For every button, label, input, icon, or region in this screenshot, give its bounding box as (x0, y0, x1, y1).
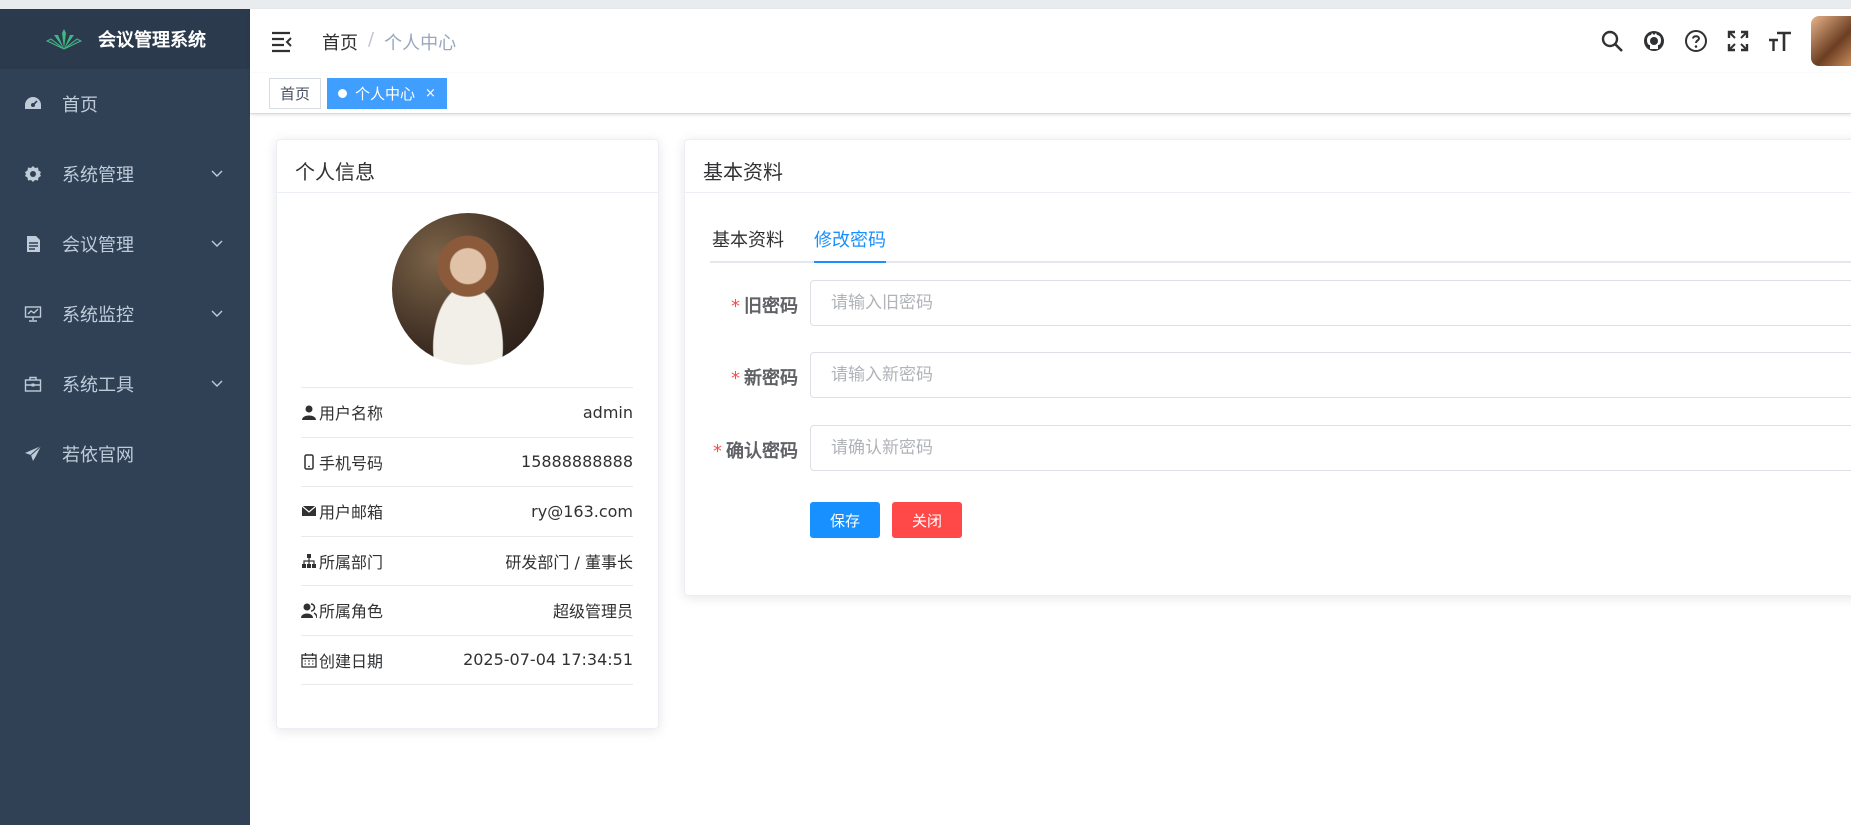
tag-label: 首页 (280, 85, 311, 103)
chevron-down-icon (211, 170, 223, 177)
toolbox-icon (24, 375, 42, 393)
confirm-password-label: * 确认密码 (713, 441, 798, 462)
info-value: ry@163.com (531, 501, 633, 521)
monitor-icon (24, 305, 42, 323)
breadcrumb-separator: / (368, 29, 375, 50)
info-value: admin (582, 402, 633, 422)
tag-label: 个人中心 (355, 85, 416, 103)
save-button[interactable]: 保存 (810, 502, 880, 538)
chevron-down-icon (211, 310, 223, 317)
sidebar-item-label: 系统管理 (62, 165, 134, 186)
peoples-icon (301, 603, 317, 619)
sidebar-item-home[interactable]: 首页 (0, 69, 250, 139)
sidebar-item-meeting-management[interactable]: 会议管理 (0, 209, 250, 279)
help-icon[interactable] (1675, 20, 1717, 62)
sidebar-item-label: 会议管理 (62, 235, 134, 256)
new-password-input[interactable] (810, 352, 1851, 398)
fullscreen-icon[interactable] (1717, 20, 1759, 62)
profile-card: 个人信息 用户名称 admin 手机号码 15888888888 用户邮箱 ry… (276, 139, 659, 729)
required-star: * (731, 296, 740, 317)
old-password-input[interactable] (810, 280, 1851, 326)
tag-personal-center[interactable]: 个人中心 × (327, 78, 447, 109)
chevron-down-icon (211, 380, 223, 387)
active-dot-icon (338, 89, 347, 98)
close-icon[interactable]: × (425, 86, 436, 101)
github-icon[interactable] (1633, 20, 1675, 62)
settings-tabs: 基本资料 修改密码 (710, 219, 1851, 263)
tab-basic-info[interactable]: 基本资料 (712, 219, 784, 263)
info-row-username: 用户名称 admin (301, 388, 633, 438)
user-avatar[interactable] (1811, 16, 1851, 66)
new-password-label: * 新密码 (731, 368, 798, 389)
dashboard-icon (24, 95, 42, 113)
tags-view: 首页 个人中心 × (250, 73, 1851, 114)
profile-card-title: 个人信息 (277, 140, 658, 193)
form-row-new-password: * 新密码 (685, 352, 1851, 398)
tab-change-password[interactable]: 修改密码 (814, 219, 886, 263)
breadcrumb: 首页 / 个人中心 (322, 29, 456, 55)
logo-icon (45, 29, 83, 50)
info-row-role: 所属角色 超级管理员 (301, 586, 633, 636)
close-button[interactable]: 关闭 (892, 502, 962, 538)
info-label: 创建日期 (319, 651, 384, 671)
sidebar-item-system-tools[interactable]: 系统工具 (0, 349, 250, 419)
breadcrumb-current: 个人中心 (384, 33, 457, 54)
navbar-right-menu (1591, 9, 1851, 73)
search-icon[interactable] (1591, 20, 1633, 62)
mail-icon (301, 505, 317, 517)
sidebar-item-label: 若依官网 (62, 445, 134, 466)
gear-icon (24, 165, 42, 183)
form-row-old-password: * 旧密码 (685, 280, 1851, 326)
sidebar-logo[interactable]: 会议管理系统 (0, 9, 250, 69)
sidebar-item-label: 系统工具 (62, 375, 134, 396)
calendar-icon (301, 652, 317, 668)
sidebar-item-system-management[interactable]: 系统管理 (0, 139, 250, 209)
info-label: 所属角色 (319, 602, 384, 622)
required-star: * (713, 441, 722, 462)
font-size-icon[interactable] (1759, 20, 1801, 62)
old-password-label: * 旧密码 (731, 296, 798, 317)
phone-icon (304, 454, 314, 470)
sidebar: 会议管理系统 首页 系统管理 会议管理 系统监控 系统工具 若依官网 (0, 9, 250, 825)
app-title: 会议管理系统 (98, 30, 206, 51)
settings-card-title: 基本资料 (685, 140, 1851, 193)
info-row-created: 创建日期 2025-07-04 17:34:51 (301, 636, 633, 685)
info-row-phone: 手机号码 15888888888 (301, 438, 633, 487)
tree-icon (302, 553, 316, 568)
user-icon (302, 405, 316, 421)
required-star: * (731, 368, 740, 389)
form-row-confirm-password: * 确认密码 (685, 425, 1851, 471)
sidebar-item-system-monitor[interactable]: 系统监控 (0, 279, 250, 349)
top-strip (0, 0, 1851, 9)
sidebar-item-ruoyi-website[interactable]: 若依官网 (0, 419, 250, 489)
info-row-department: 所属部门 研发部门 / 董事长 (301, 537, 633, 586)
navbar: 首页 / 个人中心 (250, 9, 1851, 73)
info-value: 研发部门 / 董事长 (505, 552, 633, 572)
confirm-password-input[interactable] (810, 425, 1851, 471)
document-icon (24, 235, 42, 253)
sidebar-item-label: 首页 (62, 95, 98, 116)
hamburger-icon[interactable] (270, 29, 294, 53)
settings-card: 基本资料 基本资料 修改密码 * 旧密码 * 新密码 * 确认密码 保存 关闭 (684, 139, 1851, 596)
info-label: 所属部门 (319, 552, 384, 572)
chevron-down-icon (211, 240, 223, 247)
info-label: 用户邮箱 (319, 503, 384, 523)
info-label: 用户名称 (319, 404, 384, 424)
info-value: 15888888888 (521, 452, 633, 472)
info-label: 手机号码 (319, 453, 384, 473)
profile-avatar[interactable] (392, 213, 544, 365)
profile-info-list: 用户名称 admin 手机号码 15888888888 用户邮箱 ry@163.… (301, 387, 633, 685)
send-icon (24, 445, 42, 463)
info-value: 超级管理员 (552, 602, 633, 622)
tag-home[interactable]: 首页 (269, 78, 322, 109)
breadcrumb-home[interactable]: 首页 (322, 29, 358, 55)
sidebar-item-label: 系统监控 (62, 305, 134, 326)
info-value: 2025-07-04 17:34:51 (463, 650, 633, 670)
info-row-email: 用户邮箱 ry@163.com (301, 487, 633, 537)
